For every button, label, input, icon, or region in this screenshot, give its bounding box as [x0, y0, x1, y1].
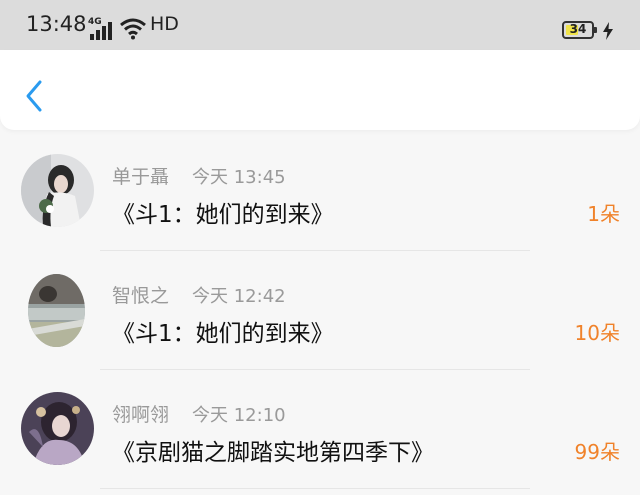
sender-name: 翎啊翎: [112, 404, 170, 426]
send-time: 今天 12:10: [192, 405, 286, 426]
status-bar: 13:48 4G HD 34: [0, 0, 640, 50]
signal-icon: [90, 22, 116, 40]
list-item[interactable]: 翎啊翎 今天 12:10 《京剧猫之脚踏实地第四季下》 99朵: [0, 370, 640, 489]
charging-icon: [602, 22, 614, 44]
battery-level: 34: [569, 22, 587, 36]
flower-count: 99朵: [574, 440, 620, 464]
send-time: 今天 12:42: [192, 286, 286, 307]
send-time: 今天 13:45: [192, 167, 286, 188]
nav-header: [0, 50, 640, 130]
sender-name: 智恨之: [112, 285, 170, 307]
avatar[interactable]: [21, 154, 94, 227]
work-title[interactable]: 《斗1：她们的到来》: [112, 314, 334, 348]
hd-indicator: HD: [150, 13, 179, 35]
gift-record-list: 单于聶 今天 13:45 《斗1：她们的到来》 1朵 智恨之 今天 12:42 …: [0, 132, 640, 489]
list-item[interactable]: 单于聶 今天 13:45 《斗1：她们的到来》 1朵: [0, 132, 640, 251]
wifi-icon: [120, 18, 146, 44]
divider: [100, 488, 530, 489]
flower-count: 10朵: [574, 321, 620, 345]
avatar[interactable]: [28, 274, 85, 347]
back-button[interactable]: [20, 78, 50, 114]
work-title[interactable]: 《京剧猫之脚踏实地第四季下》: [112, 433, 434, 467]
battery-icon: 34: [562, 21, 597, 39]
list-item[interactable]: 智恨之 今天 12:42 《斗1：她们的到来》 10朵: [0, 251, 640, 370]
clock: 13:48: [26, 12, 87, 36]
work-title[interactable]: 《斗1：她们的到来》: [112, 195, 334, 229]
avatar[interactable]: [21, 392, 94, 465]
sender-name: 单于聶: [112, 166, 170, 188]
chevron-left-icon: [26, 80, 42, 112]
flower-count: 1朵: [587, 202, 620, 226]
